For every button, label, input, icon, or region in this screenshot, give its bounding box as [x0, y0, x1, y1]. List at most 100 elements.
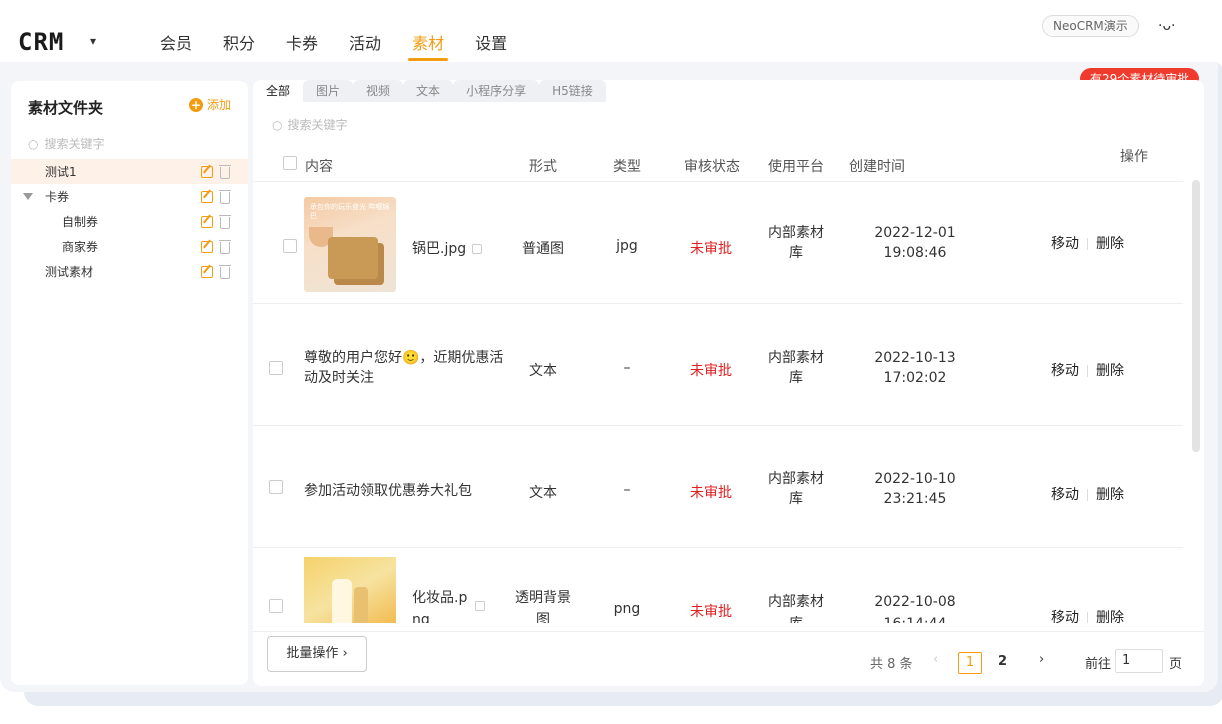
tab-videos[interactable]: 视频	[353, 80, 404, 102]
nav-activities[interactable]: 活动	[349, 30, 381, 54]
app-window: CRM ▾ 会员 积分 卡券 活动 素材 设置 NeoCRM演示 ·ᴗ· 有29…	[0, 0, 1218, 692]
thumbnail-image[interactable]	[304, 557, 396, 623]
batch-operation-button[interactable]: 批量操作 ›	[267, 636, 367, 672]
material-search-input[interactable]: ○ 搜索关键字	[272, 116, 348, 133]
add-folder-label: 添加	[207, 98, 232, 112]
form-cell: 文本	[529, 363, 557, 379]
move-button[interactable]: 移动	[1051, 363, 1079, 379]
nav-materials[interactable]: 素材	[408, 30, 449, 61]
logo-dropdown-icon[interactable]: ▾	[90, 34, 96, 48]
tab-h5-link[interactable]: H5链接	[539, 80, 606, 102]
tree-item-label: 测试1	[45, 165, 77, 179]
goto-label: 前往	[1085, 657, 1112, 672]
edit-icon[interactable]	[201, 240, 213, 253]
rename-icon[interactable]	[475, 601, 485, 611]
tree-item-test1[interactable]: 测试1	[11, 159, 248, 184]
table-row: 承包你的玩乐食光 吽嗰锅巴 锅巴.jpg 普通图 jpg 未审批 内部素材库 2…	[253, 183, 1183, 304]
created-cell: 2022-10-08 16:14:44	[874, 594, 956, 623]
tab-miniprogram[interactable]: 小程序分享	[453, 80, 540, 102]
tab-text[interactable]: 文本	[403, 80, 454, 102]
nav-points[interactable]: 积分	[223, 30, 255, 54]
row-checkbox[interactable]	[269, 361, 283, 375]
move-button[interactable]: 移动	[1051, 236, 1079, 252]
goto-page-input[interactable]: 1	[1115, 649, 1163, 673]
tree-item-test-material[interactable]: 测试素材	[11, 259, 248, 284]
col-type: 类型	[613, 159, 641, 175]
account-badge[interactable]: NeoCRM演示	[1042, 15, 1139, 37]
avatar-icon[interactable]: ·ᴗ·	[1158, 18, 1175, 34]
sidebar-title: 素材文件夹	[28, 99, 104, 117]
delete-icon[interactable]	[219, 264, 231, 279]
select-all-checkbox[interactable]	[283, 156, 297, 170]
folder-sidebar: 素材文件夹 + 添加 ○ 搜索关键字 测试1 卡券 自制券 商家券 测试素材	[11, 81, 248, 685]
created-cell: 2022-10-10 23:21:45	[874, 471, 956, 507]
delete-button[interactable]: 删除	[1096, 236, 1124, 252]
col-form: 形式	[529, 159, 557, 175]
snack-shape	[328, 237, 378, 279]
table-header: 内容 形式 类型 审核状态 使用平台 创建时间 操作	[253, 142, 1183, 182]
status-cell: 未审批	[690, 241, 732, 257]
platform-cell: 内部素材库	[768, 594, 824, 623]
form-cell: 透明背景图	[515, 590, 571, 623]
delete-icon[interactable]	[219, 189, 231, 204]
delete-button[interactable]: 删除	[1096, 487, 1124, 503]
row-actions: 移动 删除	[1051, 484, 1124, 504]
delete-icon[interactable]	[219, 239, 231, 254]
delete-icon[interactable]	[219, 214, 231, 229]
tree-item-label: 测试素材	[45, 265, 94, 279]
table-row: 尊敬的用户您好🙂，近期优惠活动及时关注 文本 – 未审批 内部素材库 2022-…	[253, 305, 1183, 426]
tree-item-merchant[interactable]: 商家券	[11, 234, 248, 259]
type-cell: –	[623, 360, 631, 376]
nav-settings[interactable]: 设置	[475, 30, 507, 54]
tab-images[interactable]: 图片	[303, 80, 354, 102]
edit-icon[interactable]	[201, 165, 213, 178]
content-text: 参加活动领取优惠券大礼包	[304, 483, 472, 499]
status-cell: 未审批	[690, 485, 732, 501]
delete-button[interactable]: 删除	[1096, 610, 1124, 623]
form-cell: 普通图	[522, 241, 564, 257]
status-cell: 未审批	[690, 363, 732, 379]
col-status: 审核状态	[684, 159, 740, 175]
crm-logo[interactable]: CRM	[18, 28, 64, 56]
table-body: 承包你的玩乐食光 吽嗰锅巴 锅巴.jpg 普通图 jpg 未审批 内部素材库 2…	[253, 183, 1183, 623]
col-created: 创建时间	[849, 159, 905, 175]
row-checkbox[interactable]	[283, 239, 297, 253]
edit-icon[interactable]	[201, 190, 213, 203]
bottle-shape	[332, 579, 352, 623]
material-list-panel: 全部 图片 视频 文本 小程序分享 H5链接 ○ 搜索关键字 内容 形式 类型 …	[253, 80, 1204, 686]
col-actions: 操作	[1120, 149, 1148, 165]
page-1-button[interactable]: 1	[958, 652, 982, 674]
edit-icon[interactable]	[201, 265, 213, 278]
move-button[interactable]: 移动	[1051, 610, 1079, 623]
top-navigation: CRM ▾ 会员 积分 卡券 活动 素材 设置 NeoCRM演示 ·ᴗ·	[0, 0, 1218, 62]
row-checkbox[interactable]	[269, 599, 283, 613]
folder-tree: 测试1 卡券 自制券 商家券 测试素材	[11, 159, 248, 284]
table-scrollbar[interactable]	[1192, 180, 1200, 452]
delete-icon[interactable]	[219, 164, 231, 179]
row-checkbox[interactable]	[269, 480, 283, 494]
add-folder-button[interactable]: + 添加	[189, 96, 231, 113]
prev-page-button[interactable]: ‹	[933, 652, 938, 667]
folder-search-placeholder: 搜索关键字	[44, 137, 105, 151]
content-name: 锅巴.jpg	[412, 238, 483, 258]
delete-button[interactable]: 删除	[1096, 363, 1124, 379]
nav-coupons[interactable]: 卡券	[286, 30, 318, 54]
move-button[interactable]: 移动	[1051, 487, 1079, 503]
tree-item-label: 卡券	[45, 190, 70, 204]
next-page-button[interactable]: ›	[1039, 652, 1044, 667]
edit-icon[interactable]	[201, 215, 213, 228]
page-suffix-label: 页	[1169, 657, 1183, 672]
table-row: 参加活动领取优惠券大礼包 文本 – 未审批 内部素材库 2022-10-10 2…	[253, 427, 1183, 548]
row-actions: 移动 删除	[1051, 360, 1124, 380]
thumbnail-image[interactable]: 承包你的玩乐食光 吽嗰锅巴	[304, 197, 396, 292]
nav-member[interactable]: 会员	[160, 30, 192, 54]
tab-all[interactable]: 全部	[253, 80, 304, 102]
tree-item-coupons[interactable]: 卡券	[11, 184, 248, 209]
folder-search-input[interactable]: ○ 搜索关键字	[28, 135, 105, 152]
type-cell: jpg	[616, 238, 638, 254]
tree-item-self-made[interactable]: 自制券	[11, 209, 248, 234]
material-type-tabs: 全部 图片 视频 文本 小程序分享 H5链接	[253, 80, 606, 102]
expand-icon[interactable]	[23, 193, 33, 200]
page-2-button[interactable]: 2	[998, 654, 1007, 669]
rename-icon[interactable]	[472, 244, 483, 254]
